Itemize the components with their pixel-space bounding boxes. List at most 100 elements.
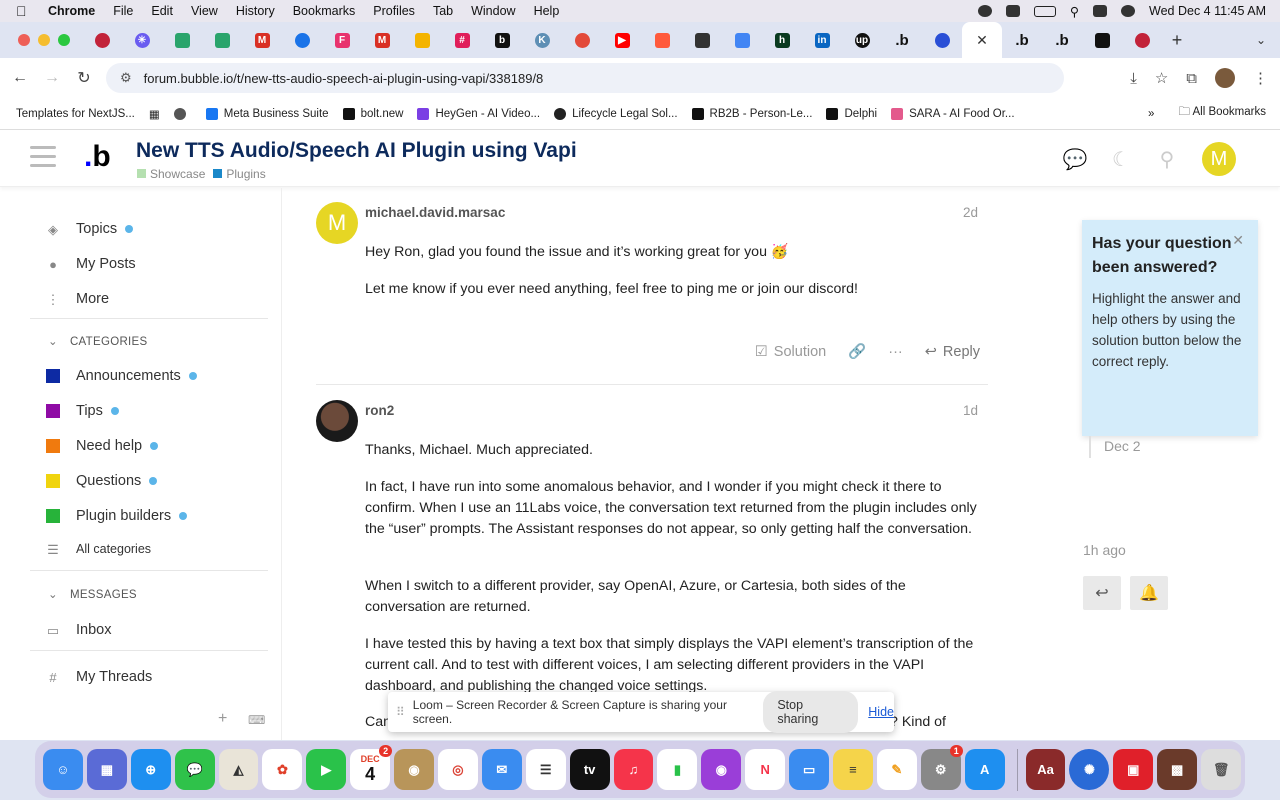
status-app-icon[interactable] — [977, 5, 992, 17]
post-avatar[interactable]: M — [316, 202, 358, 244]
new-tab-button[interactable]: + — [1162, 30, 1192, 51]
topic-title[interactable]: New TTS Audio/Speech AI Plugin using Vap… — [136, 139, 577, 163]
notes-icon[interactable]: ≡ — [833, 749, 873, 790]
sidebar-category-need-help[interactable]: Need help — [46, 438, 159, 454]
podcasts-icon[interactable]: ◉ — [701, 749, 742, 790]
post-username[interactable]: michael.david.marsac — [365, 205, 505, 220]
bookmark-item[interactable]: HeyGen - AI Video... — [417, 107, 540, 120]
sidebar-item-more[interactable]: ⋮ More — [46, 291, 110, 307]
zoom-window-button[interactable] — [58, 34, 70, 46]
drag-handle-icon[interactable]: ⠿ — [396, 705, 405, 719]
tab-search-chevron-icon[interactable]: ⌄ — [1256, 33, 1266, 47]
more-actions-button[interactable]: ··· — [888, 344, 903, 360]
menu-file[interactable]: File — [113, 4, 133, 18]
tab[interactable] — [682, 22, 722, 58]
bookmark-item[interactable]: Meta Business Suite — [205, 107, 329, 120]
safari-icon[interactable]: ⊕ — [130, 749, 171, 790]
add-icon[interactable]: + — [218, 710, 227, 728]
post-age[interactable]: 2d — [963, 205, 978, 220]
search-icon[interactable]: ⚲ — [1156, 148, 1178, 171]
timeline-last[interactable]: 1h ago — [1083, 542, 1126, 558]
numbers-icon[interactable]: ▮ — [657, 749, 698, 790]
menu-bookmarks[interactable]: Bookmarks — [293, 4, 356, 18]
keyboard-icon[interactable]: ⌨ — [248, 713, 265, 727]
profile-avatar[interactable] — [1215, 68, 1235, 88]
menu-view[interactable]: View — [191, 4, 218, 18]
tab[interactable]: ▶ — [602, 22, 642, 58]
tab[interactable]: .b — [1042, 22, 1082, 58]
bookmark-item[interactable]: SARA - AI Food Or... — [891, 107, 1015, 120]
keynote-icon[interactable]: ▭ — [789, 749, 830, 790]
bookmark-item[interactable] — [173, 107, 192, 120]
chrome-menu-icon[interactable]: ⋮ — [1253, 69, 1268, 87]
menu-edit[interactable]: Edit — [151, 4, 173, 18]
post-avatar[interactable] — [316, 400, 358, 442]
sidebar-item-my-posts[interactable]: ● My Posts — [46, 256, 136, 272]
apps-grid-icon[interactable]: ▦ — [149, 107, 160, 121]
dictionary-icon[interactable]: Aa — [1025, 749, 1066, 790]
menu-profiles[interactable]: Profiles — [373, 4, 415, 18]
tab[interactable] — [642, 22, 682, 58]
menu-window[interactable]: Window — [471, 4, 515, 18]
all-bookmarks-folder[interactable]: 🗀 All Bookmarks — [1178, 104, 1266, 123]
finder-icon[interactable]: ☺ — [43, 749, 83, 790]
back-button[interactable]: ← — [4, 69, 36, 87]
category-badge-plugins[interactable]: Plugins — [213, 167, 266, 181]
messages-icon[interactable]: 💬 — [174, 749, 215, 790]
user-avatar[interactable]: M — [1202, 142, 1236, 176]
tab[interactable] — [1122, 22, 1162, 58]
chrome-icon[interactable]: ◎ — [438, 749, 478, 790]
bookmark-item[interactable]: RB2B - Person-Le... — [691, 107, 812, 120]
tab[interactable] — [922, 22, 962, 58]
bookmark-star-icon[interactable]: ☆ — [1155, 69, 1168, 87]
tab[interactable] — [162, 22, 202, 58]
categories-section-header[interactable]: ⌄ CATEGORIES — [48, 334, 148, 348]
sidebar-all-categories[interactable]: ☰ All categories — [46, 542, 151, 557]
loom-icon[interactable]: ✺ — [1069, 749, 1110, 790]
sidebar-category-tips[interactable]: Tips — [46, 403, 119, 419]
photo-app-icon[interactable]: ▩ — [1157, 749, 1198, 790]
reminders-icon[interactable]: ☰ — [525, 749, 566, 790]
tab[interactable] — [562, 22, 602, 58]
sidebar-item-my-threads[interactable]: # My Threads — [46, 669, 152, 685]
minimize-window-button[interactable] — [38, 34, 50, 46]
stop-sharing-button[interactable]: Stop sharing — [763, 691, 859, 733]
address-bar[interactable]: ⚙ forum.bubble.io/t/new-tts-audio-speech… — [106, 63, 1064, 93]
reply-button[interactable]: ↩ Reply — [925, 344, 980, 360]
hamburger-menu-icon[interactable] — [30, 146, 56, 173]
reload-button[interactable]: ↻ — [68, 68, 100, 88]
facetime-icon[interactable]: ▶ — [306, 749, 347, 790]
timeline-date[interactable]: Dec 2 — [1104, 438, 1141, 454]
copy-link-button[interactable]: 🔗 — [848, 343, 866, 360]
bookmark-item[interactable]: Delphi — [826, 107, 877, 120]
messages-section-header[interactable]: ⌄ MESSAGES — [48, 587, 137, 601]
trash-icon[interactable]: 🗑 — [1201, 749, 1242, 790]
tab[interactable] — [402, 22, 442, 58]
search-spotlight-icon[interactable]: ⚲ — [1070, 4, 1079, 19]
sidebar-category-questions[interactable]: Questions — [46, 473, 158, 489]
tab[interactable] — [1082, 22, 1122, 58]
post-username[interactable]: ron2 — [365, 403, 394, 418]
reply-topic-button[interactable]: ↩ — [1083, 576, 1121, 610]
tab[interactable]: in — [802, 22, 842, 58]
calendar-icon[interactable]: DEC 4 2 — [350, 745, 393, 790]
close-icon[interactable]: ✕ — [1232, 232, 1244, 249]
launchpad-icon[interactable]: ▦ — [86, 749, 127, 790]
menu-app-name[interactable]: Chrome — [48, 4, 95, 18]
notifications-bell-button[interactable]: 🔔 — [1130, 576, 1168, 610]
bookmark-item[interactable]: bolt.new — [342, 107, 403, 120]
tab[interactable]: K — [522, 22, 562, 58]
bookmark-item[interactable]: Templates for NextJS... — [16, 108, 135, 120]
install-icon[interactable]: ⤓ — [1130, 70, 1137, 87]
forward-button[interactable]: → — [36, 69, 68, 87]
sidebar-item-topics[interactable]: ◈ Topics — [46, 221, 134, 237]
close-tab-icon[interactable]: ✕ — [976, 32, 988, 49]
bubble-logo[interactable]: .b — [84, 140, 111, 174]
battery-icon[interactable] — [1033, 5, 1056, 17]
tab[interactable]: F — [322, 22, 362, 58]
control-center-icon[interactable] — [1093, 5, 1108, 17]
contacts-icon[interactable]: ◉ — [394, 749, 435, 790]
dark-mode-moon-icon[interactable]: ☾ — [1110, 148, 1132, 171]
tab[interactable] — [202, 22, 242, 58]
tab[interactable] — [282, 22, 322, 58]
